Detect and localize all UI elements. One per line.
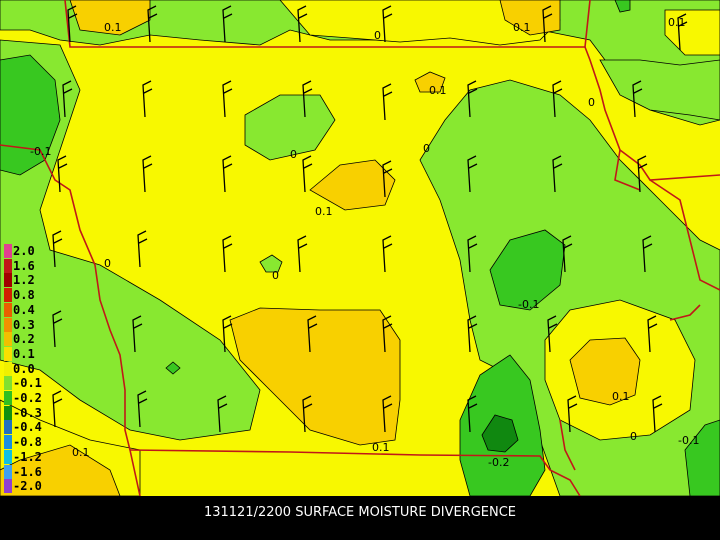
contour-label: 0.1: [668, 16, 686, 29]
moisture-divergence-map: 0.1 0 0.1 0 0.1 -0.1 0 0.1 0 0 -0.1 0.1 …: [0, 0, 720, 496]
legend-label: 1.6: [13, 258, 35, 273]
legend-swatch: [4, 258, 12, 273]
legend-label: -0.8: [13, 435, 42, 450]
contour-label: -0.1: [518, 298, 539, 311]
legend-label: 0.3: [13, 317, 35, 332]
legend-label: -1.2: [13, 449, 42, 464]
legend-row: -0.2: [0, 391, 44, 405]
legend-swatch: [4, 391, 12, 405]
contour-label: -0.2: [488, 456, 509, 469]
legend-row: -0.8: [0, 435, 44, 450]
legend-swatch: [4, 449, 12, 464]
color-legend: 2.0 1.6 1.2 0.8 0.4 0.3 0.2 0.1 0.0 -0.1 -0.2 -0.3-…: [0, 244, 44, 514]
legend-row: -1.2: [0, 449, 44, 464]
legend-row: 0.2: [0, 332, 44, 347]
legend-row: 1.6: [0, 258, 44, 273]
legend-label: -2.0: [13, 479, 42, 494]
legend-row: 0.0: [0, 361, 44, 376]
legend-swatch: [4, 346, 12, 361]
contour-label: 0: [588, 96, 595, 109]
contour-label: 0: [272, 269, 279, 282]
contour-label: 0.1: [315, 205, 333, 218]
legend-swatch: [4, 361, 12, 376]
legend-swatch: [4, 273, 12, 288]
legend-row: 0.3: [0, 317, 44, 332]
legend-label: -0.4: [13, 420, 42, 435]
legend-swatch: [4, 317, 12, 332]
legend-label: 1.2: [13, 273, 35, 288]
legend-swatch: [4, 420, 12, 435]
legend-swatch: [4, 479, 12, 494]
contour-label: 0: [104, 257, 111, 270]
legend-label: 0.0: [13, 361, 35, 376]
legend-label: -0.3: [13, 405, 42, 420]
legend-swatch: [4, 435, 12, 450]
legend-row: 0.4: [0, 302, 44, 317]
contour-label: 0: [374, 29, 381, 42]
legend-row: 0.1: [0, 346, 44, 361]
legend-row: -0.1: [0, 376, 44, 391]
legend-row: 1.2: [0, 273, 44, 288]
legend-row: 0.8: [0, 288, 44, 303]
contour-label: 0.1: [72, 446, 90, 459]
legend-row: -1.6: [0, 464, 44, 479]
legend-swatch: [4, 244, 12, 258]
legend-label: 2.0: [13, 244, 35, 258]
contour-label: 0.1: [104, 21, 122, 34]
legend-swatch: [4, 288, 12, 303]
legend-label: -0.1: [13, 376, 42, 391]
legend-swatch: [4, 464, 12, 479]
contour-label: 0.1: [513, 21, 531, 34]
legend-row: -0.3: [0, 405, 44, 420]
legend-row: -0.4: [0, 420, 44, 435]
contour-label: 0: [423, 142, 430, 155]
contour-label: 0: [290, 148, 297, 161]
legend-swatch: [4, 405, 12, 420]
legend-label: 0.4: [13, 302, 35, 317]
legend-label: 0.8: [13, 288, 35, 303]
contour-label: 0: [630, 430, 637, 443]
contour-label: 0.1: [612, 390, 630, 403]
legend-row: 2.0: [0, 244, 44, 258]
legend-label: 0.2: [13, 332, 35, 347]
contour-label: 0.1: [429, 84, 447, 97]
legend-label: 0.1: [13, 346, 35, 361]
contour-label: 0.1: [372, 441, 390, 454]
legend-label: -1.6: [13, 464, 42, 479]
legend-swatch: [4, 332, 12, 347]
contour-label: -0.1: [678, 434, 699, 447]
map-caption: 131121/2200 SURFACE MOISTURE DIVERGENCE: [203, 505, 517, 520]
legend-swatch: [4, 376, 12, 391]
contour-label: -0.1: [30, 145, 51, 158]
legend-row: -2.0: [0, 479, 44, 494]
legend-swatch: [4, 302, 12, 317]
legend-label: -0.2: [13, 391, 42, 405]
